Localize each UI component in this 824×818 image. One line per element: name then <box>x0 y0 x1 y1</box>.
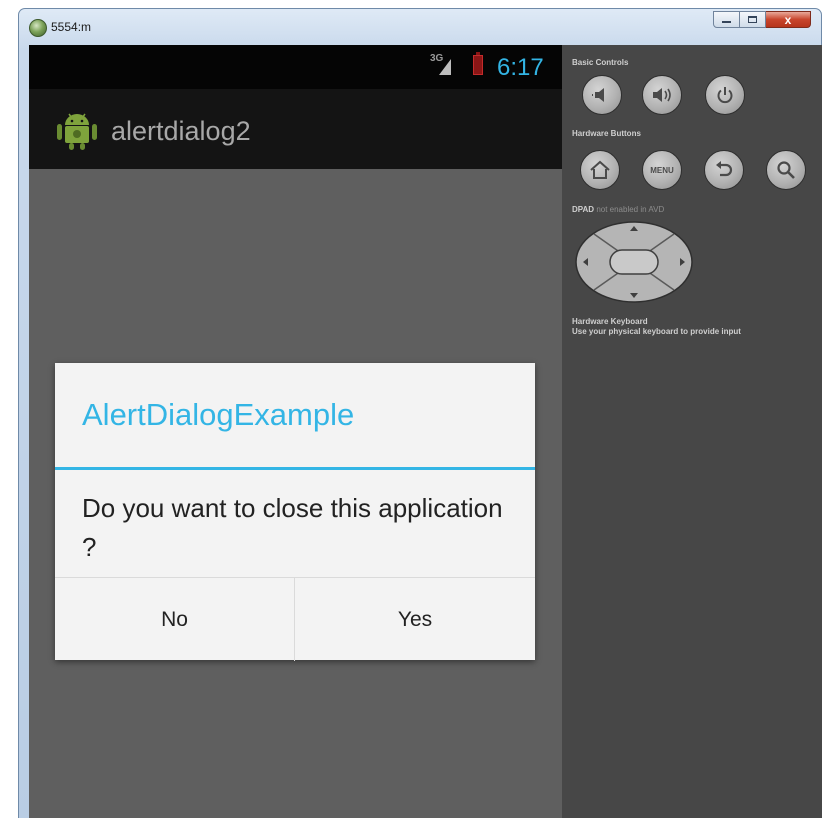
dialog-title: AlertDialogExample <box>82 397 355 432</box>
dpad-note: not enabled in AVD <box>596 205 665 214</box>
back-button[interactable] <box>704 150 744 190</box>
menu-button[interactable]: MENU <box>642 150 682 190</box>
device-screen[interactable]: 3G 6:17 alertdialog2 AlertDialogExample … <box>29 45 562 818</box>
power-button[interactable] <box>705 75 745 115</box>
home-button[interactable] <box>580 150 620 190</box>
hardware-buttons-heading: Hardware Buttons <box>572 129 641 138</box>
dpad-label: DPAD <box>572 205 595 214</box>
menu-icon: MENU <box>650 165 674 175</box>
minimize-icon <box>722 21 731 23</box>
volume-down-button[interactable] <box>582 75 622 115</box>
volume-down-icon <box>592 88 604 102</box>
keyboard-heading: Hardware Keyboard <box>572 317 648 326</box>
signal-icon <box>439 59 451 75</box>
volume-up-button[interactable] <box>642 75 682 115</box>
back-icon <box>716 161 733 177</box>
status-clock: 6:17 <box>497 54 544 81</box>
maximize-button[interactable] <box>740 11 766 28</box>
window-titlebar[interactable]: 5554:m x <box>19 9 821 45</box>
maximize-icon <box>748 16 757 23</box>
dpad[interactable] <box>574 220 694 304</box>
dpad-heading: DPAD not enabled in AVD <box>572 205 664 214</box>
dialog-message: Do you want to close this application ? <box>82 493 503 562</box>
search-button[interactable] <box>766 150 806 190</box>
action-bar: alertdialog2 <box>29 89 562 169</box>
no-button[interactable]: No <box>55 578 295 661</box>
window-controls: x <box>713 11 811 28</box>
search-icon <box>777 161 795 179</box>
close-icon: x <box>784 12 792 27</box>
emulator-app-icon <box>29 19 47 37</box>
emulator-controls-panel: Basic Controls Hardware Buttons MENU DPA… <box>562 45 822 818</box>
minimize-button[interactable] <box>713 11 740 28</box>
power-icon <box>717 87 733 104</box>
window-title: 5554:m <box>51 20 92 34</box>
keyboard-note: Use your physical keyboard to provide in… <box>572 327 741 336</box>
basic-controls-heading: Basic Controls <box>572 58 629 67</box>
dialog-title-divider <box>55 467 535 470</box>
alert-dialog: AlertDialogExample Do you want to close … <box>55 363 535 661</box>
app-title: alertdialog2 <box>111 116 251 146</box>
volume-up-icon <box>653 88 671 102</box>
dialog-button-bar: No Yes <box>55 577 535 661</box>
home-icon <box>590 160 610 179</box>
close-button[interactable]: x <box>766 11 811 28</box>
battery-icon <box>473 52 483 75</box>
android-app-icon <box>57 113 97 150</box>
yes-button[interactable]: Yes <box>295 578 535 661</box>
status-bar: 3G 6:17 <box>29 45 562 89</box>
